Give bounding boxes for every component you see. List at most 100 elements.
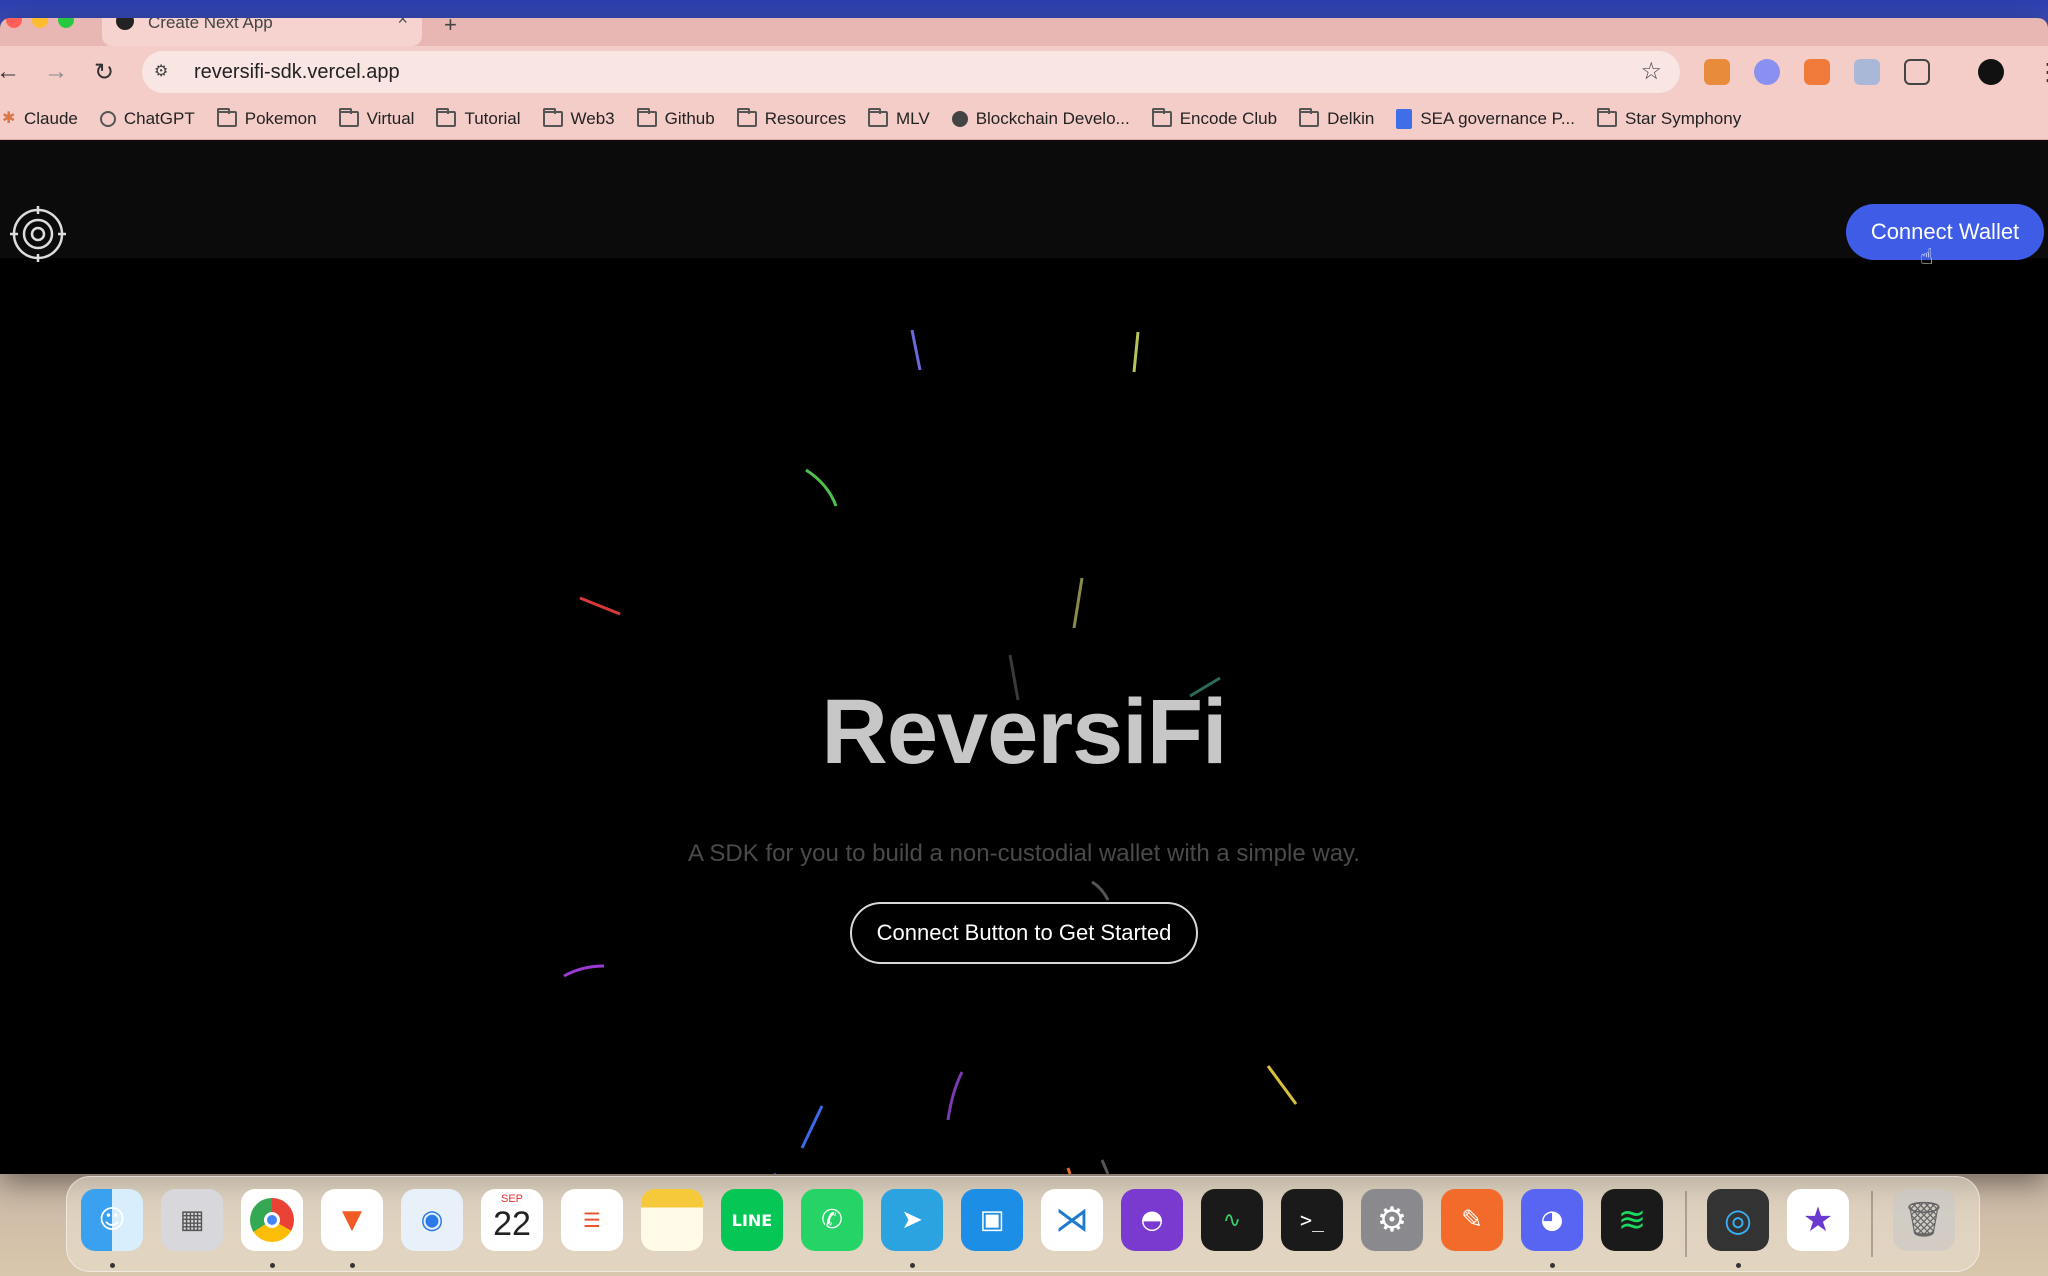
get-started-button[interactable]: Connect Button to Get Started: [850, 902, 1198, 964]
shield-extension-icon[interactable]: [1854, 59, 1880, 85]
terminal-icon[interactable]: >_: [1281, 1189, 1343, 1251]
notes-icon[interactable]: [641, 1189, 703, 1251]
bookmark-folder-github[interactable]: Github: [636, 107, 715, 129]
tab-close-icon[interactable]: ×: [397, 18, 408, 28]
bookmark-folder-resources[interactable]: Resources: [736, 107, 846, 129]
reload-icon[interactable]: ↻: [94, 58, 114, 87]
site-logo-icon[interactable]: [10, 206, 66, 262]
calendar-icon[interactable]: SEP 22: [481, 1189, 543, 1251]
new-tab-icon[interactable]: +: [444, 18, 457, 38]
address-bar[interactable]: ⚙ reversifi-sdk.vercel.app ☆: [142, 51, 1680, 93]
streak: [1100, 1159, 1110, 1174]
background-streaks: [563, 329, 1298, 1174]
bookmark-label: Blockchain Develo...: [975, 108, 1130, 128]
system-settings-icon[interactable]: ⚙: [1361, 1189, 1423, 1251]
bookmark-blockchain[interactable]: Blockchain Develo...: [951, 108, 1130, 129]
streak: [1066, 1167, 1072, 1174]
folder-icon: [867, 107, 888, 127]
reminders-icon[interactable]: ☰: [561, 1189, 623, 1251]
back-arrow-icon[interactable]: ←: [0, 58, 20, 86]
macos-dock: ☺ ▦ ▼ ◉ SEP 22 ☰ LINE ✆ ➤ ▣ ⋊ ◓ ∿ >_ ⚙ ✎…: [66, 1176, 1980, 1272]
streak: [800, 1105, 824, 1149]
tab-favicon-icon: [116, 18, 134, 30]
bookmark-star-icon[interactable]: ☆: [1640, 57, 1662, 86]
folder-icon: [216, 107, 237, 127]
streak: [1266, 1065, 1298, 1105]
discord-icon[interactable]: ◕: [1521, 1189, 1583, 1251]
safari-icon[interactable]: ◉: [401, 1189, 463, 1251]
tab-active[interactable]: Create Next App ×: [102, 18, 422, 46]
bookmark-label: Pokemon: [244, 108, 317, 128]
streak: [579, 596, 621, 616]
bookmark-folder-tutorial[interactable]: Tutorial: [436, 107, 521, 129]
zoom-window-button[interactable]: [58, 18, 74, 28]
telegram-icon[interactable]: ➤: [881, 1189, 943, 1251]
streak: [946, 1071, 964, 1121]
running-indicator: [1736, 1263, 1741, 1268]
finder-icon[interactable]: ☺: [81, 1189, 143, 1251]
streak: [805, 468, 838, 507]
menu-kebab-icon[interactable]: ⋮: [2036, 58, 2048, 87]
bookmark-folder-encode-club[interactable]: Encode Club: [1151, 107, 1278, 129]
postman-icon[interactable]: ✎: [1441, 1189, 1503, 1251]
imovie-icon[interactable]: ★: [1787, 1189, 1849, 1251]
bookmark-chatgpt[interactable]: ChatGPT: [99, 108, 195, 129]
close-window-button[interactable]: [6, 18, 22, 28]
bookmark-folder-web3[interactable]: Web3: [542, 107, 615, 129]
trash-icon[interactable]: 🗑: [1893, 1189, 1955, 1251]
chatgpt-icon: [99, 110, 116, 127]
bookmark-label: Github: [664, 108, 715, 128]
whatsapp-icon[interactable]: ✆: [801, 1189, 863, 1251]
extension-icon[interactable]: [1754, 59, 1780, 85]
chrome-icon[interactable]: [241, 1189, 303, 1251]
running-indicator: [270, 1263, 275, 1268]
launchpad-icon[interactable]: ▦: [161, 1189, 223, 1251]
globe-icon: [951, 110, 968, 127]
bookmark-label: Resources: [764, 108, 846, 128]
bookmark-label: Virtual: [366, 108, 415, 128]
github-desktop-icon[interactable]: ◓: [1121, 1189, 1183, 1251]
bookmark-folder-mlv[interactable]: MLV: [867, 107, 930, 129]
folder-icon: [1597, 107, 1617, 127]
profile-avatar[interactable]: [1978, 59, 2004, 85]
bookmark-folder-star-symphony[interactable]: Star Symphony: [1597, 107, 1741, 129]
bookmark-folder-pokemon[interactable]: Pokemon: [216, 107, 317, 129]
connect-wallet-button[interactable]: Connect Wallet: [1846, 204, 2044, 260]
brave-icon[interactable]: ▼: [321, 1189, 383, 1251]
minimize-window-button[interactable]: [32, 18, 48, 28]
spotify-icon[interactable]: ≋: [1601, 1189, 1663, 1251]
folder-icon: [338, 107, 359, 127]
folder-icon: [542, 107, 563, 127]
activity-monitor-icon[interactable]: ∿: [1201, 1189, 1263, 1251]
bookmark-label: Encode Club: [1179, 108, 1278, 128]
quicktime-icon[interactable]: ◎: [1707, 1189, 1769, 1251]
bookmark-folder-virtual[interactable]: Virtual: [338, 107, 415, 129]
bookmark-sea-governance[interactable]: SEA governance P...: [1396, 108, 1575, 129]
extension-icon[interactable]: [1804, 59, 1830, 85]
bookmark-folder-delkin[interactable]: Delkin: [1299, 107, 1374, 129]
url-text: reversifi-sdk.vercel.app: [194, 61, 400, 83]
bookmark-label: Tutorial: [464, 108, 521, 128]
calendar-month: SEP: [500, 1193, 523, 1205]
bookmark-claude[interactable]: ✱ Claude: [2, 109, 78, 129]
vscode-icon[interactable]: ⋊: [1041, 1189, 1103, 1251]
docker-icon[interactable]: ▣: [961, 1189, 1023, 1251]
line-icon[interactable]: LINE: [721, 1189, 783, 1251]
browser-toolbar: ← → ↻ ⚙ reversifi-sdk.vercel.app ☆ ⋮: [0, 46, 2048, 98]
running-indicator: [110, 1263, 115, 1268]
hero-subtitle: A SDK for you to build a non-custodial w…: [688, 840, 1360, 867]
bookmarks-bar: ✱ Claude ChatGPT Pokemon Virtual Tutoria…: [0, 98, 2048, 140]
streak: [910, 329, 922, 371]
extensions-puzzle-icon[interactable]: [1904, 59, 1930, 85]
hero-title: ReversiFi: [821, 681, 1227, 783]
tab-title: Create Next App: [148, 18, 273, 32]
bookmark-label: SEA governance P...: [1420, 108, 1575, 128]
forward-arrow-icon[interactable]: →: [44, 58, 68, 86]
running-indicator: [1550, 1263, 1555, 1268]
bookmark-label: ChatGPT: [123, 108, 195, 128]
bookmark-label: Web3: [570, 108, 615, 128]
bookmark-label: MLV: [895, 108, 930, 128]
site-settings-icon[interactable]: ⚙: [154, 61, 176, 83]
metamask-extension-icon[interactable]: [1704, 59, 1730, 85]
tab-strip: Create Next App × +: [0, 18, 2048, 46]
